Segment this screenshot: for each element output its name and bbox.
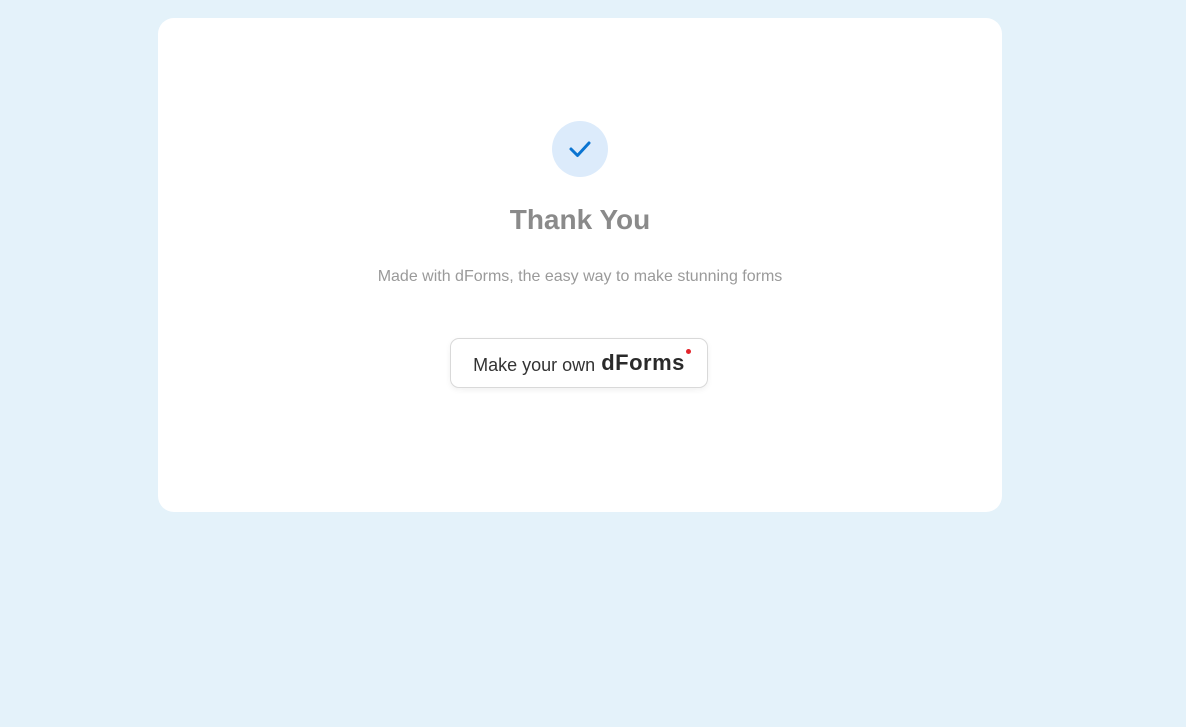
success-badge (552, 121, 608, 177)
checkmark-icon (569, 141, 591, 157)
thank-you-card: Thank You Made with dForms, the easy way… (158, 18, 1002, 512)
make-your-own-button[interactable]: Make your own dForms (450, 338, 708, 388)
brand-name: dForms (601, 350, 685, 375)
dforms-logo: dForms (601, 349, 691, 376)
page-subtitle: Made with dForms, the easy way to make s… (377, 268, 783, 285)
brand-dot (685, 349, 691, 354)
page-title: Thank You (509, 204, 651, 235)
cta-label: Make your own (473, 354, 596, 375)
